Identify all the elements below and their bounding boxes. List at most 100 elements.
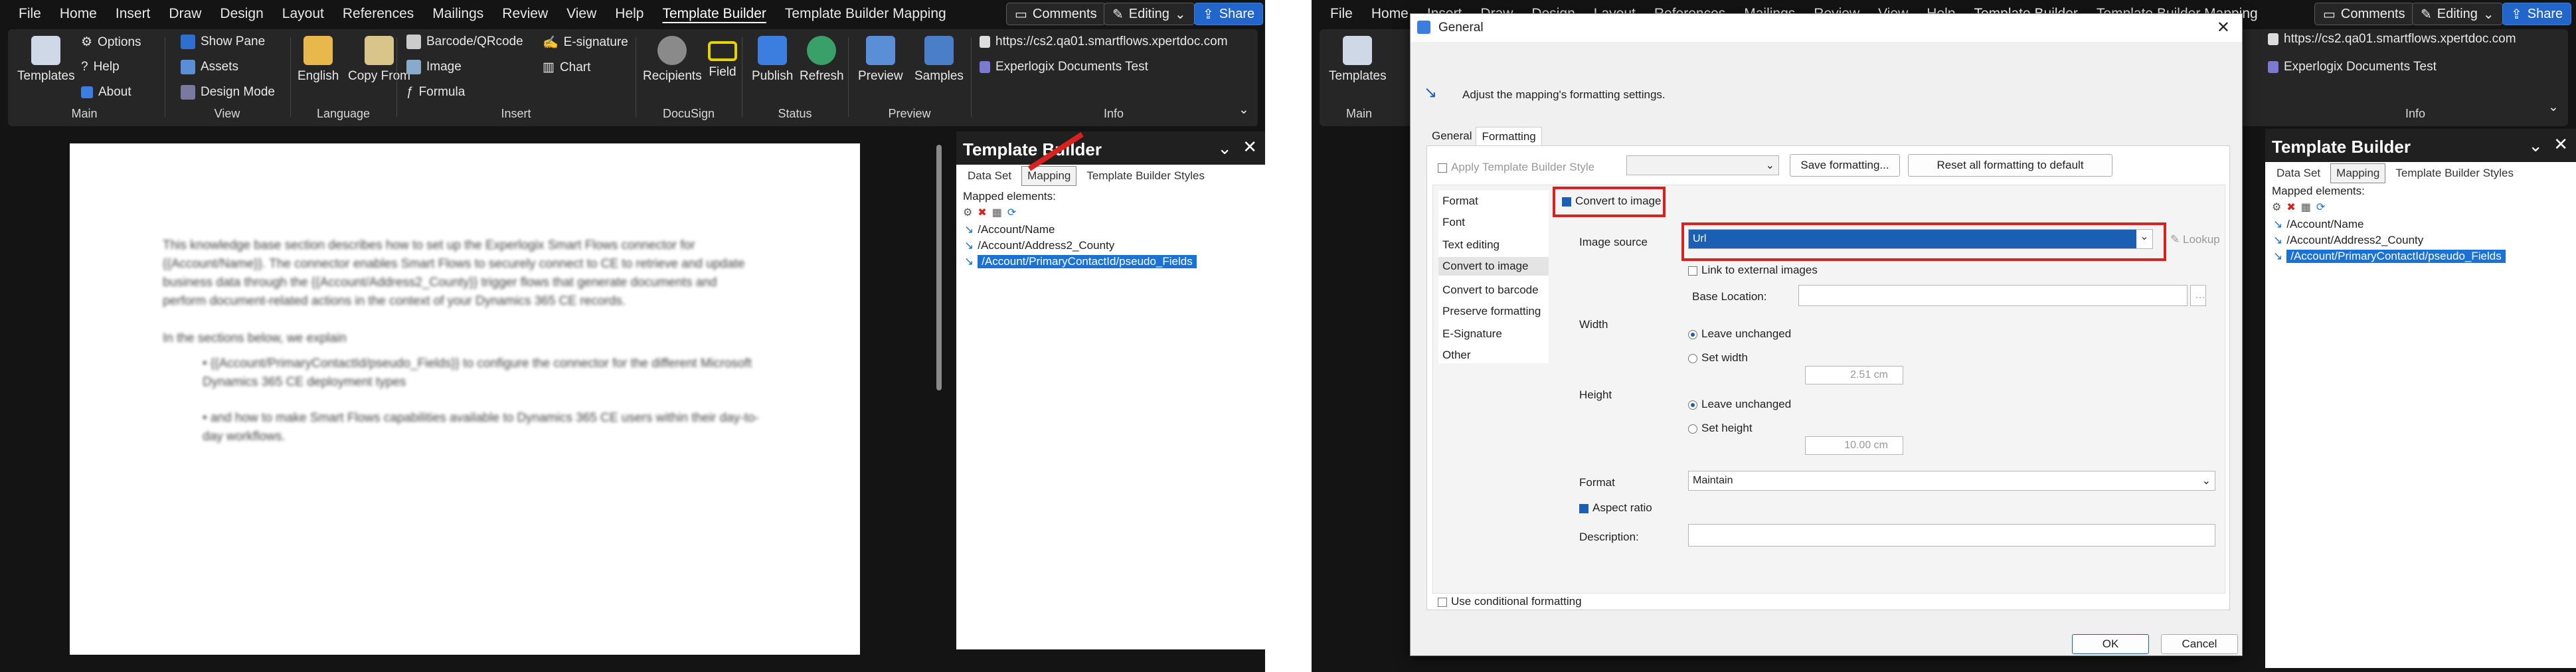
share-button[interactable]: ⇪ Share bbox=[1194, 3, 1264, 25]
menu-layout[interactable]: Layout bbox=[273, 6, 333, 22]
menu-file[interactable]: File bbox=[1321, 6, 1362, 22]
tree-item[interactable]: ↘/Account/Name bbox=[2273, 216, 2506, 232]
help-button[interactable]: ? Help bbox=[81, 60, 120, 74]
formula-button[interactable]: ƒ Formula bbox=[406, 85, 465, 100]
close-icon[interactable]: ✕ bbox=[1243, 137, 1257, 157]
comments-button[interactable]: ▭ Comments bbox=[2314, 3, 2414, 25]
workspace-name[interactable]: Experlogix Documents Test bbox=[2268, 60, 2437, 74]
tab-formatting[interactable]: Formatting bbox=[1476, 127, 1542, 146]
cancel-button[interactable]: Cancel bbox=[2161, 634, 2238, 654]
tree-item[interactable]: ↘/Account/Address2_County bbox=[964, 238, 1197, 254]
style-select[interactable]: ⌄ bbox=[1626, 155, 1779, 175]
chart-button[interactable]: ▥ Chart bbox=[543, 60, 590, 75]
nav-font[interactable]: Font bbox=[1442, 216, 1465, 229]
barcode-button[interactable]: Barcode/QRcode bbox=[406, 35, 523, 49]
close-icon[interactable]: ✕ bbox=[2553, 134, 2568, 155]
tree-item-selected[interactable]: ↘/Account/PrimaryContactId/pseudo_Fields bbox=[2273, 248, 2506, 264]
english-button[interactable]: English bbox=[298, 36, 339, 84]
close-icon[interactable]: ✕ bbox=[2217, 18, 2230, 37]
nav-other[interactable]: Other bbox=[1442, 349, 1471, 362]
esignature-button[interactable]: ✍ E-signature bbox=[543, 35, 628, 50]
menu-review[interactable]: Review bbox=[493, 6, 557, 22]
grid-icon[interactable]: ▦ bbox=[992, 206, 1002, 219]
design-mode-button[interactable]: Design Mode bbox=[181, 85, 275, 100]
document-scrollbar[interactable] bbox=[936, 145, 942, 390]
settings-icon[interactable]: ⚙ bbox=[2272, 201, 2281, 214]
menu-design[interactable]: Design bbox=[211, 6, 272, 22]
menu-help[interactable]: Help bbox=[606, 6, 653, 22]
nav-convert-to-barcode[interactable]: Convert to barcode bbox=[1442, 284, 1539, 297]
tree-item[interactable]: ↘/Account/Address2_County bbox=[2273, 232, 2506, 248]
chevron-down-icon[interactable]: ⌄ bbox=[2528, 135, 2543, 156]
save-formatting-button[interactable]: Save formatting... bbox=[1790, 154, 1900, 177]
collapse-ribbon-button[interactable]: ⌄ bbox=[2548, 100, 2559, 115]
grid-icon[interactable]: ▦ bbox=[2301, 201, 2311, 214]
ok-button[interactable]: OK bbox=[2072, 634, 2149, 654]
chevron-down-icon[interactable]: ⌄ bbox=[1217, 138, 1232, 159]
format-select[interactable]: Maintain ⌄ bbox=[1688, 471, 2215, 491]
document-page[interactable]: This knowledge base section describes ho… bbox=[70, 143, 860, 655]
menu-file[interactable]: File bbox=[9, 6, 50, 22]
server-url[interactable]: https://cs2.qa01.smartflows.xpertdoc.com bbox=[980, 35, 1228, 49]
preview-button[interactable]: Preview bbox=[858, 36, 903, 84]
editing-button[interactable]: ✎ Editing ⌄ bbox=[2412, 3, 2503, 25]
editing-button[interactable]: ✎ Editing ⌄ bbox=[1104, 3, 1195, 25]
menu-home[interactable]: Home bbox=[50, 6, 106, 22]
menu-view[interactable]: View bbox=[557, 6, 606, 22]
recipients-button[interactable]: Recipients bbox=[643, 36, 702, 84]
settings-icon[interactable]: ⚙ bbox=[963, 206, 972, 219]
nav-esignature[interactable]: E-Signature bbox=[1442, 327, 1502, 341]
server-url[interactable]: https://cs2.qa01.smartflows.xpertdoc.com bbox=[2268, 32, 2516, 46]
comments-button[interactable]: ▭ Comments bbox=[1006, 3, 1106, 25]
templates-button[interactable]: Templates bbox=[1329, 36, 1387, 84]
nav-preserve-formatting[interactable]: Preserve formatting bbox=[1442, 305, 1541, 318]
image-button[interactable]: Image bbox=[406, 60, 462, 74]
nav-format[interactable]: Format bbox=[1442, 195, 1478, 208]
link-external-checkbox[interactable]: Link to external images bbox=[1688, 264, 1818, 277]
tab-data-set[interactable]: Data Set bbox=[2271, 163, 2326, 183]
width-leave-unchanged-radio[interactable]: Leave unchanged bbox=[1688, 327, 1791, 341]
about-button[interactable]: About bbox=[81, 85, 131, 100]
width-input[interactable]: 2.51 cm bbox=[1805, 366, 1903, 384]
lookup-button[interactable]: ✎ Lookup bbox=[2170, 233, 2220, 246]
templates-button[interactable]: Templates bbox=[17, 36, 75, 84]
nav-text-editing[interactable]: Text editing bbox=[1442, 238, 1500, 252]
assets-button[interactable]: Assets bbox=[181, 60, 238, 74]
tree-item[interactable]: ↘/Account/Name bbox=[964, 222, 1197, 238]
menu-references[interactable]: References bbox=[333, 6, 423, 22]
menu-insert[interactable]: Insert bbox=[106, 6, 160, 22]
image-source-select[interactable]: Url ⌄ bbox=[1688, 229, 2153, 249]
tab-general[interactable]: General bbox=[1428, 127, 1476, 146]
menu-mailings[interactable]: Mailings bbox=[423, 6, 493, 22]
show-pane-button[interactable]: Show Pane bbox=[181, 35, 265, 49]
collapse-ribbon-button[interactable]: ⌄ bbox=[1239, 102, 1249, 118]
menu-draw[interactable]: Draw bbox=[159, 6, 211, 22]
tab-template-builder-styles[interactable]: Template Builder Styles bbox=[2389, 163, 2520, 183]
base-location-input[interactable] bbox=[1798, 285, 2188, 306]
tab-data-set[interactable]: Data Set bbox=[962, 166, 1017, 186]
browse-button[interactable]: … bbox=[2190, 285, 2206, 306]
samples-button[interactable]: Samples bbox=[914, 36, 964, 84]
aspect-ratio-checkbox[interactable]: Aspect ratio bbox=[1579, 501, 1652, 515]
share-button[interactable]: ⇪ Share bbox=[2502, 3, 2572, 25]
delete-icon[interactable]: ✖ bbox=[2286, 201, 2295, 214]
height-input[interactable]: 10.00 cm bbox=[1805, 436, 1903, 455]
conditional-formatting-checkbox[interactable]: Use conditional formatting bbox=[1438, 595, 1582, 608]
description-input[interactable] bbox=[1688, 524, 2215, 546]
options-button[interactable]: ⚙ Options bbox=[81, 35, 141, 50]
apply-style-checkbox[interactable]: Apply Template Builder Style bbox=[1438, 161, 1594, 174]
refresh-button[interactable]: Refresh bbox=[800, 36, 844, 84]
set-width-radio[interactable]: Set width bbox=[1688, 351, 1748, 365]
delete-icon[interactable]: ✖ bbox=[978, 206, 986, 219]
sync-icon[interactable]: ⟳ bbox=[1007, 206, 1016, 219]
menu-template-builder[interactable]: Template Builder bbox=[653, 6, 775, 22]
menu-template-builder-mapping[interactable]: Template Builder Mapping bbox=[776, 6, 956, 22]
publish-button[interactable]: Publish bbox=[752, 36, 793, 84]
sync-icon[interactable]: ⟳ bbox=[2316, 201, 2325, 214]
workspace-name[interactable]: Experlogix Documents Test bbox=[980, 60, 1148, 74]
reset-formatting-button[interactable]: Reset all formatting to default bbox=[1908, 154, 2112, 177]
field-button[interactable]: Field bbox=[708, 36, 737, 80]
tree-item-selected[interactable]: ↘/Account/PrimaryContactId/pseudo_Fields bbox=[964, 254, 1197, 270]
height-leave-unchanged-radio[interactable]: Leave unchanged bbox=[1688, 398, 1791, 411]
tab-mapping[interactable]: Mapping bbox=[2330, 163, 2386, 183]
